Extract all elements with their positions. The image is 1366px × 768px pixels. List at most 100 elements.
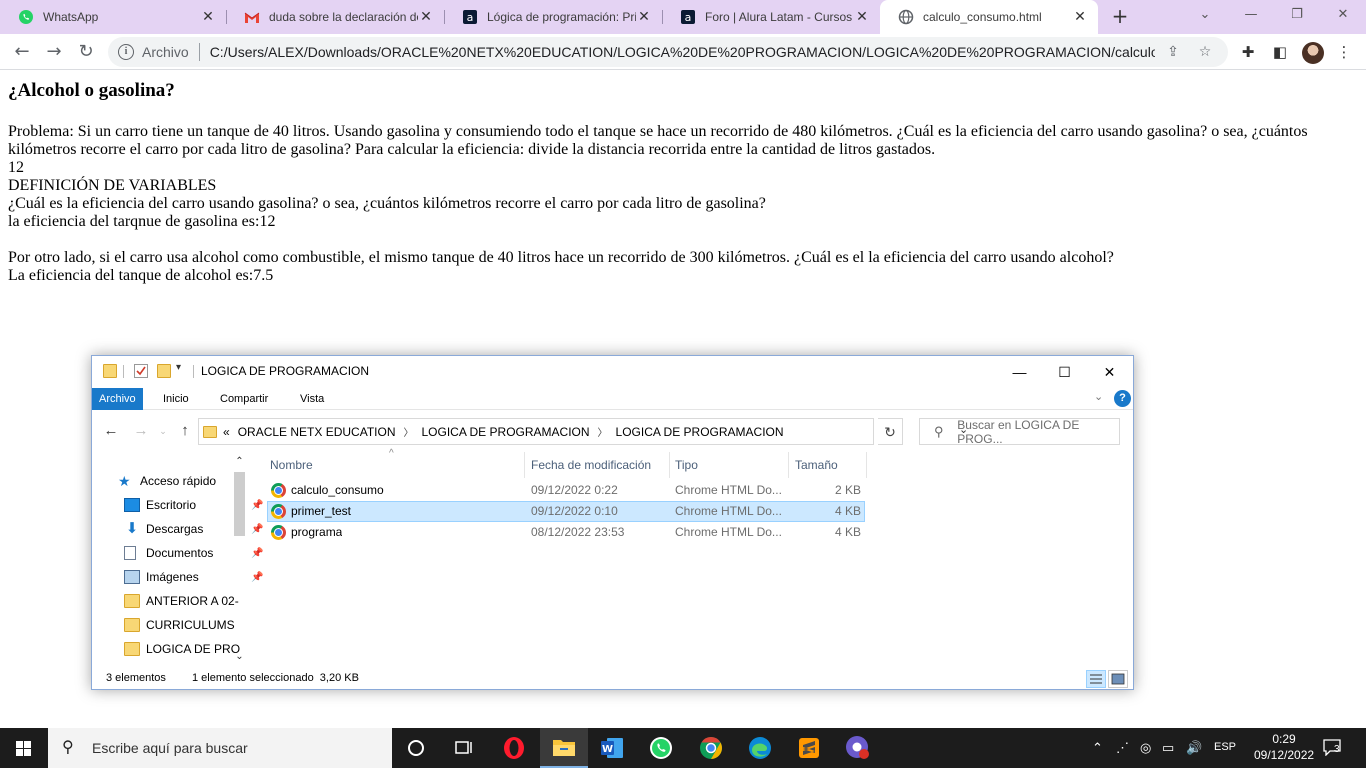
reload-button[interactable]: ↻ bbox=[72, 38, 100, 66]
back-button[interactable]: ← bbox=[8, 38, 36, 66]
volume-icon[interactable]: 🔊 bbox=[1186, 740, 1202, 756]
column-header-size[interactable]: Tamaño bbox=[792, 452, 867, 478]
pin-icon[interactable]: 📌 bbox=[251, 548, 263, 559]
close-icon[interactable]: ✕ bbox=[1072, 9, 1088, 25]
new-tab-button[interactable]: + bbox=[1108, 5, 1132, 29]
forward-button[interactable]: → bbox=[129, 419, 153, 443]
file-explorer-icon[interactable] bbox=[540, 728, 588, 768]
column-header-name[interactable]: Nombre bbox=[267, 452, 525, 478]
nav-item-descargas[interactable]: ⬇ Descargas 📌 bbox=[124, 518, 264, 540]
expand-ribbon-icon[interactable]: ⌄ bbox=[1094, 390, 1103, 403]
ribbon-tab-archivo[interactable]: Archivo bbox=[92, 388, 143, 410]
chevron-right-icon[interactable]: 〉 bbox=[404, 424, 414, 439]
close-icon[interactable]: ✕ bbox=[854, 9, 870, 25]
tab-search-icon[interactable]: ⌄ bbox=[1182, 0, 1228, 30]
breadcrumb-item[interactable]: LOGICA DE PROGRAMACION bbox=[616, 425, 784, 439]
chrome-profile-icon[interactable] bbox=[834, 728, 882, 768]
word-icon[interactable]: W bbox=[588, 728, 636, 768]
battery-icon[interactable]: ▭ bbox=[1162, 740, 1174, 756]
up-button[interactable]: ↑ bbox=[173, 419, 197, 443]
customize-toolbar-icon[interactable]: ▾ bbox=[176, 362, 190, 376]
close-window-button[interactable]: ✕ bbox=[1087, 360, 1132, 384]
nav-item-curriculums[interactable]: CURRICULUMS bbox=[124, 614, 235, 636]
file-row-primer-test[interactable]: primer_test 09/12/2022 0:10 Chrome HTML … bbox=[267, 501, 865, 522]
scroll-up-icon[interactable]: ⌃ bbox=[233, 455, 246, 469]
side-panel-icon[interactable]: ◧ bbox=[1270, 42, 1290, 62]
minimize-button[interactable]: — bbox=[997, 360, 1042, 384]
properties-icon[interactable] bbox=[134, 364, 148, 378]
system-clock[interactable]: 0:29 09/12/2022 bbox=[1254, 731, 1314, 763]
nav-item-logica[interactable]: LOGICA DE PRO bbox=[124, 638, 240, 660]
ribbon-tab-inicio[interactable]: Inicio bbox=[156, 388, 196, 410]
refresh-button[interactable]: ↻ bbox=[878, 418, 903, 445]
address-bar[interactable]: i Archivo C:/Users/ALEX/Downloads/ORACLE… bbox=[108, 37, 1228, 67]
nav-item-quick-access[interactable]: ★ Acceso rápido bbox=[118, 470, 216, 492]
nav-item-escritorio[interactable]: Escritorio 📌 bbox=[124, 494, 263, 516]
pin-icon[interactable]: 📌 bbox=[251, 572, 263, 583]
file-row-programa[interactable]: programa 08/12/2022 23:53 Chrome HTML Do… bbox=[267, 522, 865, 543]
column-header-type[interactable]: Tipo bbox=[672, 452, 789, 478]
tab-calculo-consumo[interactable]: calculo_consumo.html ✕ bbox=[880, 0, 1098, 34]
breadcrumb-overflow[interactable]: « bbox=[223, 425, 230, 439]
nav-scrollbar[interactable]: ⌃ ⌄ bbox=[231, 452, 248, 667]
info-icon[interactable]: i bbox=[118, 44, 134, 60]
ribbon-tab-vista[interactable]: Vista bbox=[293, 388, 331, 410]
explorer-address-bar[interactable]: « ORACLE NETX EDUCATION 〉 LOGICA DE PROG… bbox=[198, 418, 968, 445]
pin-icon[interactable]: 📌 bbox=[251, 500, 263, 511]
nav-item-anterior[interactable]: ANTERIOR A 02- bbox=[124, 590, 239, 612]
nav-label: LOGICA DE PRO bbox=[146, 642, 241, 656]
recent-locations-icon[interactable]: ⌄ bbox=[151, 419, 175, 443]
maximize-button[interactable]: ☐ bbox=[1042, 360, 1087, 384]
back-button[interactable]: ← bbox=[99, 419, 123, 443]
large-icons-view-icon[interactable] bbox=[1108, 670, 1128, 688]
edge-icon[interactable] bbox=[736, 728, 784, 768]
extensions-icon[interactable]: ✚ bbox=[1238, 42, 1258, 62]
whatsapp-icon[interactable] bbox=[637, 728, 685, 768]
documents-icon bbox=[124, 546, 136, 560]
cortana-icon[interactable] bbox=[392, 728, 440, 768]
network-icon[interactable]: ⋰ bbox=[1116, 740, 1129, 756]
breadcrumb-item[interactable]: LOGICA DE PROGRAMACION bbox=[422, 425, 590, 439]
chevron-right-icon[interactable]: 〉 bbox=[598, 424, 608, 439]
tab-gmail[interactable]: duda sobre la declaración de ✕ bbox=[226, 0, 444, 34]
camera-icon[interactable]: ◎ bbox=[1140, 740, 1151, 756]
bookmark-star-icon[interactable]: ☆ bbox=[1196, 43, 1214, 61]
start-button[interactable] bbox=[0, 728, 48, 768]
help-icon[interactable]: ? bbox=[1114, 390, 1131, 407]
nav-item-documentos[interactable]: Documentos 📌 bbox=[124, 542, 263, 564]
task-view-icon[interactable] bbox=[440, 728, 488, 768]
minimize-button[interactable]: — bbox=[1228, 0, 1274, 30]
close-icon[interactable]: ✕ bbox=[418, 9, 434, 25]
scrollbar-thumb[interactable] bbox=[234, 472, 245, 536]
ribbon-tab-compartir[interactable]: Compartir bbox=[213, 388, 275, 410]
tab-whatsapp[interactable]: WhatsApp ✕ bbox=[0, 0, 226, 34]
share-icon[interactable]: ⇪ bbox=[1164, 43, 1182, 61]
forward-button[interactable]: → bbox=[40, 38, 68, 66]
taskbar-search-input[interactable]: ⚲ Escribe aquí para buscar bbox=[48, 728, 392, 768]
tab-alura-foro[interactable]: a Foro | Alura Latam - Cursos c ✕ bbox=[662, 0, 880, 34]
opera-icon[interactable] bbox=[490, 728, 538, 768]
nav-item-imagenes[interactable]: Imágenes 📌 bbox=[124, 566, 263, 588]
pin-icon[interactable]: 📌 bbox=[251, 524, 263, 535]
sublime-text-icon[interactable] bbox=[785, 728, 833, 768]
menu-icon[interactable]: ⋮ bbox=[1334, 42, 1354, 62]
scroll-down-icon[interactable]: ⌄ bbox=[233, 650, 246, 664]
notifications-icon[interactable]: 3 bbox=[1322, 738, 1344, 758]
explorer-search-input[interactable]: ⚲ Buscar en LOGICA DE PROG... bbox=[919, 418, 1120, 446]
file-row-calculo-consumo[interactable]: calculo_consumo 09/12/2022 0:22 Chrome H… bbox=[267, 480, 865, 501]
breadcrumb-item[interactable]: ORACLE NETX EDUCATION bbox=[238, 425, 396, 439]
column-header-date[interactable]: Fecha de modificación bbox=[528, 452, 670, 478]
restore-button[interactable]: ❐ bbox=[1274, 0, 1320, 30]
tab-alura-logica[interactable]: a Lógica de programación: Prin ✕ bbox=[444, 0, 662, 34]
close-icon[interactable]: ✕ bbox=[200, 9, 216, 25]
profile-avatar[interactable] bbox=[1302, 42, 1324, 64]
svg-text:a: a bbox=[685, 11, 692, 24]
new-folder-icon[interactable] bbox=[157, 364, 171, 378]
url-text[interactable]: C:/Users/ALEX/Downloads/ORACLE%20NETX%20… bbox=[210, 44, 1155, 60]
close-icon[interactable]: ✕ bbox=[636, 9, 652, 25]
language-indicator[interactable]: ESP bbox=[1214, 741, 1236, 753]
close-window-button[interactable]: ✕ bbox=[1320, 0, 1366, 30]
chrome-icon[interactable] bbox=[687, 728, 735, 768]
chevron-up-icon[interactable]: ⌃ bbox=[1092, 740, 1103, 756]
details-view-icon[interactable] bbox=[1086, 670, 1106, 688]
